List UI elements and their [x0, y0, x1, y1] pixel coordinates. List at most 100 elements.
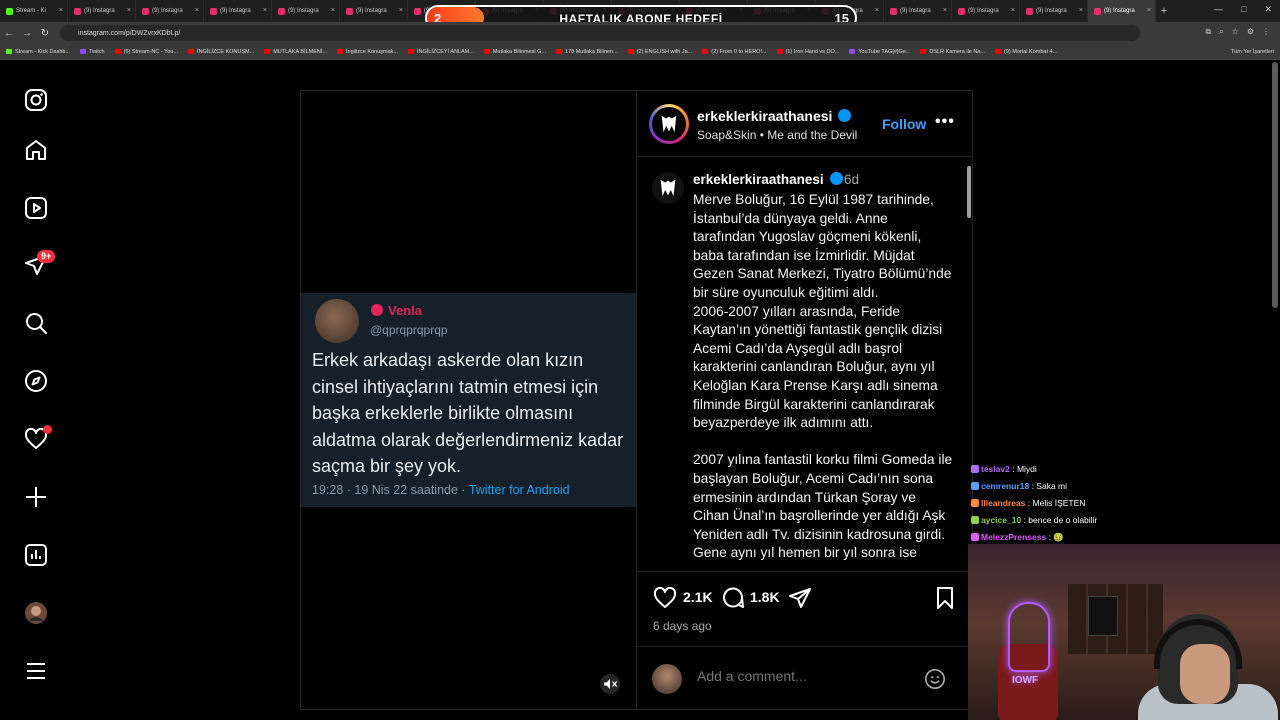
browser-tab[interactable]: (9) Instagra × — [272, 0, 340, 22]
comment-icon[interactable] — [721, 586, 745, 610]
tweet-text: Erkek arkadaşı askerde olan kızın cinsel… — [312, 350, 624, 476]
close-tab-icon[interactable]: × — [59, 7, 63, 14]
instagram-logo-icon[interactable] — [24, 88, 48, 112]
url-field[interactable]: instagram.com/p/DWZvrxKDbLp/ — [60, 25, 1140, 41]
new-tab-icon[interactable]: + — [1156, 5, 1172, 17]
instagram-icon — [1026, 7, 1033, 15]
more-options-icon[interactable]: ••• — [935, 113, 955, 131]
close-tab-icon[interactable]: × — [1011, 7, 1015, 14]
reload-icon[interactable]: ↻ — [36, 28, 54, 39]
instagram-icon — [142, 7, 149, 15]
maximize-icon[interactable]: □ — [1241, 4, 1246, 15]
chat-username: aycice_10 — [981, 515, 1022, 525]
bookmark-item[interactable]: (2) From 0 to HERO!... — [702, 48, 767, 55]
close-tab-icon[interactable]: × — [331, 7, 335, 14]
search-icon[interactable] — [24, 311, 48, 335]
chat-message: teslav2 : Miydi — [971, 461, 1271, 478]
close-tab-icon[interactable]: × — [195, 7, 199, 14]
like-icon[interactable] — [653, 586, 677, 610]
bookmark-star-icon[interactable]: ☆ — [1232, 27, 1239, 37]
explore-icon[interactable] — [24, 369, 48, 393]
bookmark-item[interactable]: YouTube TAG[#]Ge... — [849, 49, 910, 55]
browser-menu-icon[interactable]: ⋮ — [1262, 27, 1270, 37]
close-tab-icon[interactable]: × — [399, 7, 403, 14]
youtube-icon — [188, 49, 195, 54]
tweet-timestamp: 19:28 · 19 Nis 22 saatinde · — [312, 483, 469, 497]
bookmark-item[interactable]: 178 Mutlaka Bilinen... — [556, 49, 618, 55]
bookmark-item[interactable]: DSLR Kamera ile Na... — [920, 49, 985, 55]
bookmark-item[interactable]: İNGİLİZCE KONUŞM... — [188, 49, 254, 55]
youtube-icon — [337, 49, 343, 54]
like-count[interactable]: 2.1K — [683, 589, 713, 605]
browser-tab[interactable]: (9) Instagra × — [952, 0, 1020, 22]
bookmark-item[interactable]: Stream - Kick Dashb... — [6, 49, 70, 55]
dashboard-icon[interactable] — [24, 543, 48, 567]
bookmark-label: MUTLAKA BİLMENİ... — [273, 48, 327, 55]
close-tab-icon[interactable]: × — [263, 7, 267, 14]
browser-tab[interactable]: (9) Instagra × — [68, 0, 136, 22]
bookmark-item[interactable]: İngilizce Konuşmak... — [337, 49, 398, 55]
instagram-icon — [958, 7, 965, 15]
bookmark-item[interactable]: (1) Iron Hand vs DO... — [776, 49, 839, 55]
kick-icon — [6, 49, 12, 54]
twitch-icon — [849, 49, 856, 54]
caption-username[interactable]: erkeklerkiraathanesi — [693, 172, 843, 187]
bookmark-item[interactable]: (2) ENGLISH with Ja... — [627, 49, 692, 55]
browser-tab[interactable]: Stream - Ki × — [0, 0, 68, 22]
bookmark-label: (9) Mortal Kombat 4... — [1004, 48, 1058, 55]
instagram-icon — [1094, 7, 1101, 15]
close-tab-icon[interactable]: × — [875, 7, 879, 14]
create-icon[interactable] — [24, 485, 48, 509]
post-time-ago: 6 days ago — [653, 619, 712, 633]
save-icon[interactable] — [933, 586, 957, 610]
youtube-icon — [995, 49, 1001, 54]
bookmark-item[interactable]: (6) Stream-NC - You... — [114, 49, 178, 55]
post-header: erkeklerkiraathanesi Soap&Skin • Me and … — [637, 91, 972, 157]
zoom-icon[interactable]: ⌕ — [1219, 27, 1223, 37]
bookmark-item[interactable]: Mutlaka Bilinmesi G... — [483, 49, 546, 55]
browser-tab[interactable]: (9) Instagra × — [884, 0, 952, 22]
back-icon[interactable]: ← — [0, 28, 18, 39]
caption-avatar[interactable] — [652, 172, 684, 204]
close-tab-icon[interactable]: × — [127, 7, 131, 14]
author-username[interactable]: erkeklerkiraathanesi — [697, 108, 852, 124]
author-avatar[interactable] — [649, 104, 689, 144]
audio-label[interactable]: Soap&Skin • Me and the Devil — [697, 128, 857, 142]
page-scrollbar[interactable] — [1272, 62, 1278, 308]
browser-tab[interactable]: (9) Instagra × — [136, 0, 204, 22]
home-icon[interactable] — [24, 138, 48, 162]
close-window-icon[interactable]: ✕ — [1264, 4, 1272, 15]
bookmark-item[interactable]: MUTLAKA BİLMENİ... — [264, 49, 327, 55]
browser-tab[interactable]: (9) Instagra × — [204, 0, 272, 22]
comment-count[interactable]: 1.8K — [750, 589, 780, 605]
bookmark-item[interactable]: (9) Mortal Kombat 4... — [995, 49, 1057, 55]
close-tab-icon[interactable]: × — [1147, 7, 1151, 14]
forward-icon[interactable]: → — [18, 28, 36, 39]
browser-tab[interactable]: (9) Instagra × — [1020, 0, 1088, 22]
profile-icon[interactable] — [24, 601, 48, 625]
bookmark-label: (2) From 0 to HERO!... — [711, 48, 767, 55]
mute-icon[interactable] — [600, 674, 620, 694]
post-media[interactable]: Venla @qprqprqprqp Erkek arkadaşı askerd… — [300, 90, 637, 710]
share-icon[interactable] — [788, 586, 812, 610]
comment-input[interactable] — [697, 668, 897, 684]
install-icon[interactable]: ⧉ — [1205, 27, 1211, 37]
follow-button[interactable]: Follow — [882, 116, 926, 132]
instagram-sidebar: 9+ — [0, 61, 72, 720]
tweet-name: Venla — [388, 303, 422, 318]
close-tab-icon[interactable]: × — [1079, 7, 1083, 14]
caption-scrollbar[interactable] — [967, 166, 971, 218]
emoji-icon[interactable] — [924, 668, 946, 690]
bookmark-label: İNGİLİZCEYİ ANLAM... — [416, 48, 474, 55]
bookmark-label: Stream - Kick Dashb... — [15, 48, 71, 55]
close-tab-icon[interactable]: × — [943, 7, 947, 14]
bookmark-item[interactable]: Twitch — [80, 49, 105, 55]
bookmark-item[interactable]: İNGİLİZCEYİ ANLAM... — [407, 48, 474, 55]
browser-tab[interactable]: (9) Instagra × — [340, 0, 408, 22]
reels-icon[interactable] — [24, 196, 48, 220]
browser-tab[interactable]: (9) Instagra × — [1088, 0, 1156, 22]
all-bookmarks[interactable]: Tüm Yer İşaretleri — [1231, 49, 1274, 55]
minimize-icon[interactable]: — — [1214, 4, 1223, 15]
extensions-icon[interactable]: ⚙ — [1247, 27, 1254, 37]
menu-icon[interactable] — [24, 659, 48, 683]
